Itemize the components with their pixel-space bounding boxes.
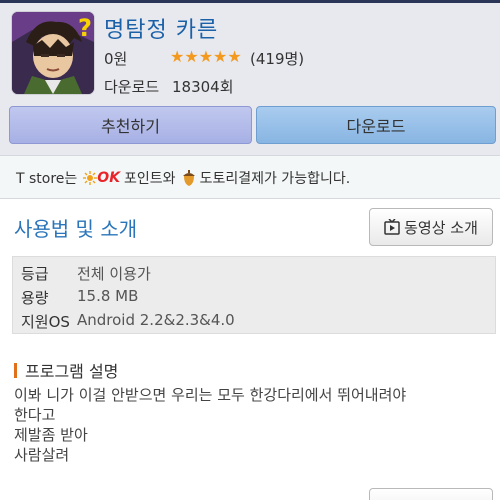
recommend-button-label: 추천하기 [101, 117, 160, 136]
video-intro-button[interactable]: 동영상 소개 [369, 208, 493, 246]
description-heading-text: 프로그램 설명 [25, 362, 119, 381]
tstore-prefix: T store는 [16, 171, 78, 187]
ok-cashbag-badge: OK [83, 170, 120, 186]
app-info-box: 등급 전체 이용가 용량 15.8 MB 지원OS Android 2.2&2.… [12, 256, 496, 334]
download-button-label: 다운로드 [346, 117, 406, 136]
size-value: 15.8 MB [77, 287, 139, 305]
description-heading: 프로그램 설명 [14, 358, 118, 382]
svg-text:?: ? [78, 14, 92, 42]
description-line: 한다고 [14, 406, 56, 424]
tstore-payment-notice: T store는 OK 포인트와 도토리결제가 가능합니다. [0, 155, 500, 199]
description-line: 사람살려 [14, 446, 70, 464]
app-icon[interactable]: ? [12, 12, 94, 94]
recommend-button[interactable]: 추천하기 [9, 106, 252, 144]
grade-value: 전체 이용가 [77, 265, 151, 283]
more-button[interactable] [369, 488, 493, 500]
acorn-icon [182, 170, 195, 186]
video-button-label: 동영상 소개 [404, 218, 478, 237]
usage-section-title: 사용법 및 소개 [14, 217, 138, 241]
rating-count: (419명) [250, 50, 305, 68]
sun-icon [83, 171, 98, 185]
download-button[interactable]: 다운로드 [256, 106, 496, 144]
grade-label: 등급 [21, 265, 49, 283]
download-count-label: 다운로드 [104, 78, 160, 96]
top-divider [0, 0, 500, 3]
description-body: 이봐 니가 이걸 안받으면 우리는 모두 한강다리에서 뛰어내려야 한다고 제발… [14, 385, 486, 465]
detective-character-icon: ? [12, 12, 94, 94]
os-label: 지원OS [21, 313, 70, 331]
info-row-os: 지원OS Android 2.2&2.3&4.0 [21, 311, 235, 332]
heading-accent-bar [14, 362, 17, 378]
video-icon [384, 219, 400, 235]
rating-stars: ★★★★★ [170, 47, 242, 66]
app-detail-screen: ? 명탐정 카른 0원 ★★★★★ (419명) 다운로드 18304회 추천하… [0, 0, 500, 500]
info-row-size: 용량 15.8 MB [21, 287, 138, 308]
download-count-value: 18304회 [172, 78, 234, 96]
description-line: 제발좀 받아 [14, 426, 88, 444]
app-price: 0원 [104, 50, 128, 68]
description-line: 이봐 니가 이걸 안받으면 우리는 모두 한강다리에서 뛰어내려야 [14, 386, 407, 404]
ok-logo-text: OK [97, 170, 121, 186]
app-header: ? 명탐정 카른 0원 ★★★★★ (419명) 다운로드 18304회 추천하… [0, 0, 500, 155]
os-value: Android 2.2&2.3&4.0 [77, 311, 235, 329]
size-label: 용량 [21, 289, 49, 307]
point-text: 포인트와 [124, 171, 176, 187]
info-row-grade: 등급 전체 이용가 [21, 263, 151, 284]
acorn-payment-text: 도토리결제가 가능합니다. [199, 171, 351, 187]
tstore-notice-row: T store는 OK 포인트와 도토리결제가 가능합니다. [16, 168, 350, 188]
app-title: 명탐정 카른 [104, 18, 219, 43]
